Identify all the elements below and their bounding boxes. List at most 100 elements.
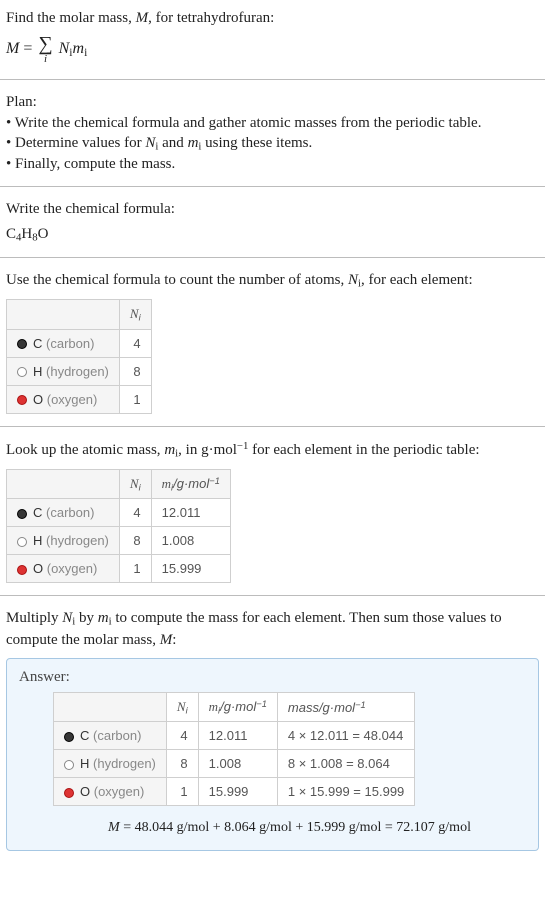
eq-eq: = bbox=[19, 40, 36, 57]
element-swatch-icon bbox=[17, 367, 27, 377]
col-mass: mass/g·mol−1 bbox=[277, 692, 414, 722]
Ni-cell: 4 bbox=[166, 722, 198, 750]
mi-cell: 12.011 bbox=[151, 499, 230, 527]
table-header-row: Ni mi/g·mol−1 bbox=[7, 469, 231, 499]
element-label: H (hydrogen) bbox=[33, 533, 109, 548]
answer-label: Answer: bbox=[19, 669, 526, 686]
Ni-cell: 1 bbox=[119, 385, 151, 413]
answer-table: Ni mi/g·mol−1 mass/g·mol−1 C (carbon) 412… bbox=[53, 692, 415, 807]
element-swatch-icon bbox=[64, 732, 74, 742]
col-Ni: Ni bbox=[119, 300, 151, 329]
table-row: H (hydrogen)81.0088 × 1.008 = 8.064 bbox=[54, 750, 415, 778]
col-Ni: Ni bbox=[119, 469, 151, 499]
mi-cell: 1.008 bbox=[198, 750, 277, 778]
separator bbox=[0, 595, 545, 596]
mass-section: Look up the atomic mass, mi, in g·mol−1 … bbox=[0, 435, 545, 465]
Ni-cell: 8 bbox=[119, 527, 151, 555]
element-swatch-icon bbox=[17, 395, 27, 405]
table-row: C (carbon) 412.011 bbox=[7, 499, 231, 527]
table-row: O (oxygen) 115.999 bbox=[7, 555, 231, 583]
eq-Ni: Ni bbox=[59, 40, 73, 57]
count-section: Use the chemical formula to count the nu… bbox=[0, 266, 545, 295]
separator bbox=[0, 79, 545, 80]
element-cell: O (oxygen) bbox=[7, 555, 120, 583]
element-cell: H (hydrogen) bbox=[54, 750, 167, 778]
table-row: O (oxygen) 1 bbox=[7, 385, 152, 413]
plan-bullet-1: • Write the chemical formula and gather … bbox=[6, 113, 539, 133]
Ni-cell: 8 bbox=[119, 357, 151, 385]
sum-symbol: ∑i bbox=[38, 34, 52, 65]
Ni-cell: 4 bbox=[119, 499, 151, 527]
chem-heading: Write the chemical formula: bbox=[6, 199, 539, 219]
mass-text: Look up the atomic mass, mi, in g·mol−1 … bbox=[6, 439, 539, 461]
table-row: H (hydrogen) 81.008 bbox=[7, 527, 231, 555]
table-header-row: Ni mi/g·mol−1 mass/g·mol−1 bbox=[54, 692, 415, 722]
element-label: H (hydrogen) bbox=[80, 756, 156, 771]
element-cell: H (hydrogen) bbox=[7, 527, 120, 555]
col-mi: mi/g·mol−1 bbox=[198, 692, 277, 722]
element-label: C (carbon) bbox=[33, 336, 94, 351]
element-cell: C (carbon) bbox=[54, 722, 167, 750]
plan-section: Plan: • Write the chemical formula and g… bbox=[0, 88, 545, 178]
plan-heading: Plan: bbox=[6, 92, 539, 112]
eq-mi: mi bbox=[73, 40, 88, 57]
element-swatch-icon bbox=[17, 565, 27, 575]
final-result: M = 48.044 g/mol + 8.064 g/mol + 15.999 … bbox=[53, 820, 526, 836]
Ni-cell: 1 bbox=[119, 555, 151, 583]
Ni-cell: 4 bbox=[119, 329, 151, 357]
element-label: O (oxygen) bbox=[80, 784, 144, 799]
sigma-icon: ∑ bbox=[38, 34, 52, 54]
element-label: O (oxygen) bbox=[33, 392, 97, 407]
element-cell: O (oxygen) bbox=[7, 385, 120, 413]
table-row: O (oxygen) 115.9991 × 15.999 = 15.999 bbox=[54, 778, 415, 806]
element-label: C (carbon) bbox=[80, 728, 141, 743]
mi-cell: 15.999 bbox=[198, 778, 277, 806]
chem-formula-section: Write the chemical formula: bbox=[0, 195, 545, 223]
element-cell: O (oxygen) bbox=[54, 778, 167, 806]
answer-box: Answer: Ni mi/g·mol−1 mass/g·mol−1 C (ca… bbox=[6, 658, 539, 852]
compute-text: Multiply Ni by mi to compute the mass fo… bbox=[6, 608, 539, 650]
Ni-cell: 8 bbox=[166, 750, 198, 778]
element-swatch-icon bbox=[17, 537, 27, 547]
col-Ni: Ni bbox=[166, 692, 198, 722]
mi-cell: 12.011 bbox=[198, 722, 277, 750]
molar-mass-equation: M = ∑i Nimi bbox=[0, 32, 545, 71]
table-row: C (carbon) 4 bbox=[7, 329, 152, 357]
count-table: Ni C (carbon) 4 H (hydrogen) 8 O (oxygen) 1 bbox=[6, 299, 152, 413]
compute-section: Multiply Ni by mi to compute the mass fo… bbox=[0, 604, 545, 654]
col-element bbox=[7, 300, 120, 329]
col-element bbox=[7, 469, 120, 499]
Ni-cell: 1 bbox=[166, 778, 198, 806]
chemical-formula: C4H8O bbox=[0, 224, 545, 250]
table-header-row: Ni bbox=[7, 300, 152, 329]
element-label: H (hydrogen) bbox=[33, 364, 109, 379]
mass-cell: 1 × 15.999 = 15.999 bbox=[277, 778, 414, 806]
count-text: Use the chemical formula to count the nu… bbox=[6, 270, 539, 291]
count-table-wrap: Ni C (carbon) 4 H (hydrogen) 8 O (oxygen) 1 bbox=[0, 295, 545, 417]
col-mi: mi/g·mol−1 bbox=[151, 469, 230, 499]
mass-table: Ni mi/g·mol−1 C (carbon)412.011H (hydrog… bbox=[6, 469, 231, 584]
element-swatch-icon bbox=[17, 509, 27, 519]
separator bbox=[0, 257, 545, 258]
element-cell: H (hydrogen) bbox=[7, 357, 120, 385]
intro-section: Find the molar mass, M, for tetrahydrofu… bbox=[0, 4, 545, 32]
separator bbox=[0, 186, 545, 187]
element-swatch-icon bbox=[17, 339, 27, 349]
plan-bullet-2: • Determine values for Ni and mi using t… bbox=[6, 133, 539, 154]
mi-cell: 1.008 bbox=[151, 527, 230, 555]
element-cell: C (carbon) bbox=[7, 329, 120, 357]
separator bbox=[0, 426, 545, 427]
eq-M: M bbox=[6, 40, 19, 57]
element-swatch-icon bbox=[64, 788, 74, 798]
table-row: C (carbon) 412.0114 × 12.011 = 48.044 bbox=[54, 722, 415, 750]
sum-lower: i bbox=[44, 54, 47, 65]
element-label: O (oxygen) bbox=[33, 561, 97, 576]
element-label: C (carbon) bbox=[33, 505, 94, 520]
table-row: H (hydrogen) 8 bbox=[7, 357, 152, 385]
intro-post: , for tetrahydrofuran: bbox=[148, 10, 274, 26]
intro-pre: Find the molar mass, bbox=[6, 10, 136, 26]
mass-cell: 4 × 12.011 = 48.044 bbox=[277, 722, 414, 750]
plan-bullet-3: • Finally, compute the mass. bbox=[6, 154, 539, 174]
col-element bbox=[54, 692, 167, 722]
mi-cell: 15.999 bbox=[151, 555, 230, 583]
